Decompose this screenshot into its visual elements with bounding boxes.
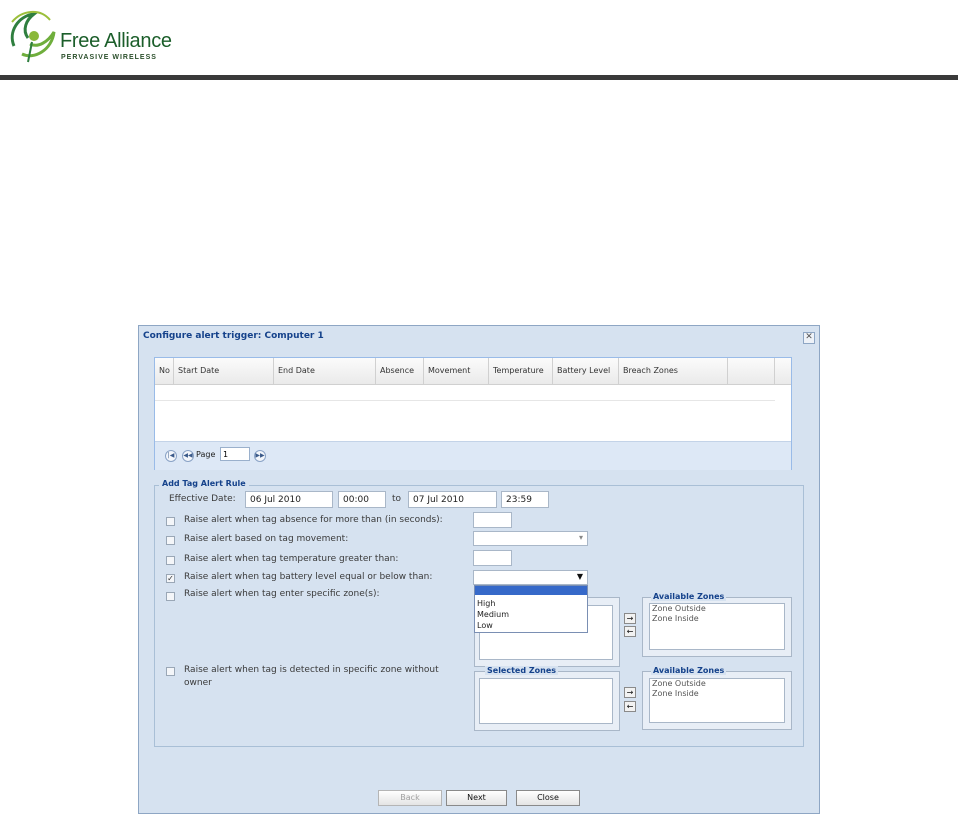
dropdown-option-blank[interactable] <box>475 586 587 595</box>
available-zones-panel-2: Available Zones Zone Outside Zone Inside <box>642 666 792 730</box>
available-zones-title: Available Zones <box>651 592 727 601</box>
battery-level-select[interactable]: ▼ <box>473 570 588 585</box>
column-header-absence[interactable]: Absence <box>376 358 424 384</box>
dropdown-option-medium[interactable]: Medium <box>477 610 509 619</box>
dialog-title: Configure alert trigger: Computer 1 <box>143 331 324 341</box>
movement-select[interactable]: ▾ <box>473 531 588 546</box>
header-divider <box>0 75 958 80</box>
absence-seconds-field[interactable] <box>473 512 512 528</box>
logo: Free Alliance PERVASIVE WIRELESS <box>4 2 176 66</box>
back-button[interactable]: Back <box>378 790 442 806</box>
alert-rules-grid: No Start Date End Date Absence Movement … <box>154 357 792 470</box>
logo-swirl-icon <box>10 11 56 63</box>
chevron-down-icon: ▼ <box>576 572 583 581</box>
start-date-field[interactable] <box>245 491 333 508</box>
fieldset-legend: Add Tag Alert Rule <box>159 479 249 488</box>
battery-level-dropdown-list: High Medium Low <box>474 585 588 633</box>
zone-option[interactable]: Zone Outside <box>650 679 784 689</box>
owner-zone-checkbox[interactable] <box>166 667 175 676</box>
selected-zones-panel-2: Selected Zones <box>474 666 620 731</box>
grid-row-divider <box>155 400 775 401</box>
move-right-arrow-icon[interactable]: → <box>624 613 636 624</box>
temperature-field[interactable] <box>473 550 512 566</box>
movement-rule-label: Raise alert based on tag movement: <box>184 534 349 544</box>
movement-checkbox[interactable] <box>166 536 175 545</box>
logo-brand-text: Free Alliance <box>60 30 172 52</box>
first-page-icon[interactable]: |◀ <box>165 450 177 462</box>
column-header-start-date[interactable]: Start Date <box>174 358 274 384</box>
absence-rule-label: Raise alert when tag absence for more th… <box>184 515 443 525</box>
temperature-checkbox[interactable] <box>166 556 175 565</box>
to-label: to <box>392 494 402 504</box>
column-header-breach-zones[interactable]: Breach Zones <box>619 358 728 384</box>
move-left-arrow-icon-2[interactable]: ← <box>624 701 636 712</box>
owner-rule-label-line2: owner <box>184 678 212 688</box>
end-date-field[interactable] <box>408 491 497 508</box>
column-header-movement[interactable]: Movement <box>424 358 489 384</box>
column-header-end-date[interactable]: End Date <box>274 358 376 384</box>
page-number-input[interactable] <box>220 447 250 461</box>
prev-page-icon[interactable]: ◀◀ <box>182 450 194 462</box>
zone-option[interactable]: Zone Inside <box>650 614 784 624</box>
column-header-temperature[interactable]: Temperature <box>489 358 553 384</box>
available-zones-panel: Available Zones Zone Outside Zone Inside <box>642 592 792 657</box>
page-label: Page <box>196 450 216 459</box>
column-header-battery-level[interactable]: Battery Level <box>553 358 619 384</box>
available-zones-list[interactable]: Zone Outside Zone Inside <box>649 603 785 650</box>
owner-rule-label-line1: Raise alert when tag is detected in spec… <box>184 665 439 675</box>
available-zones-title-2: Available Zones <box>651 666 727 675</box>
effective-date-label: Effective Date: <box>169 494 236 504</box>
battery-rule-label: Raise alert when tag battery level equal… <box>184 572 433 582</box>
column-header-no[interactable]: No <box>155 358 174 384</box>
zone-option[interactable]: Zone Outside <box>650 604 784 614</box>
logo-tagline: PERVASIVE WIRELESS <box>61 54 157 61</box>
selected-zones-title: Selected Zones <box>485 666 559 675</box>
temperature-rule-label: Raise alert when tag temperature greater… <box>184 554 399 564</box>
next-button[interactable]: Next <box>446 790 507 806</box>
chevron-down-icon: ▾ <box>578 533 583 542</box>
close-button[interactable]: Close <box>516 790 580 806</box>
grid-header: No Start Date End Date Absence Movement … <box>155 358 791 385</box>
selected-zones-list-2[interactable] <box>479 678 613 724</box>
move-left-arrow-icon[interactable]: ← <box>624 626 636 637</box>
zone-rule-label: Raise alert when tag enter specific zone… <box>184 589 380 599</box>
move-right-arrow-icon-2[interactable]: → <box>624 687 636 698</box>
grid-pager-toolbar: |◀ ◀◀ Page ▶▶ <box>155 441 791 470</box>
start-time-field[interactable] <box>338 491 386 508</box>
available-zones-list-2[interactable]: Zone Outside Zone Inside <box>649 678 785 723</box>
absence-checkbox[interactable] <box>166 517 175 526</box>
dropdown-option-low[interactable]: Low <box>477 621 493 630</box>
battery-checkbox[interactable]: ✓ <box>166 574 175 583</box>
zone-option[interactable]: Zone Inside <box>650 689 784 699</box>
next-page-icon[interactable]: ▶▶ <box>254 450 266 462</box>
end-time-field[interactable] <box>501 491 549 508</box>
column-header-extra <box>728 358 775 384</box>
dropdown-option-high[interactable]: High <box>477 599 495 608</box>
zone-checkbox[interactable] <box>166 592 175 601</box>
close-icon[interactable]: ✕ <box>803 332 815 344</box>
